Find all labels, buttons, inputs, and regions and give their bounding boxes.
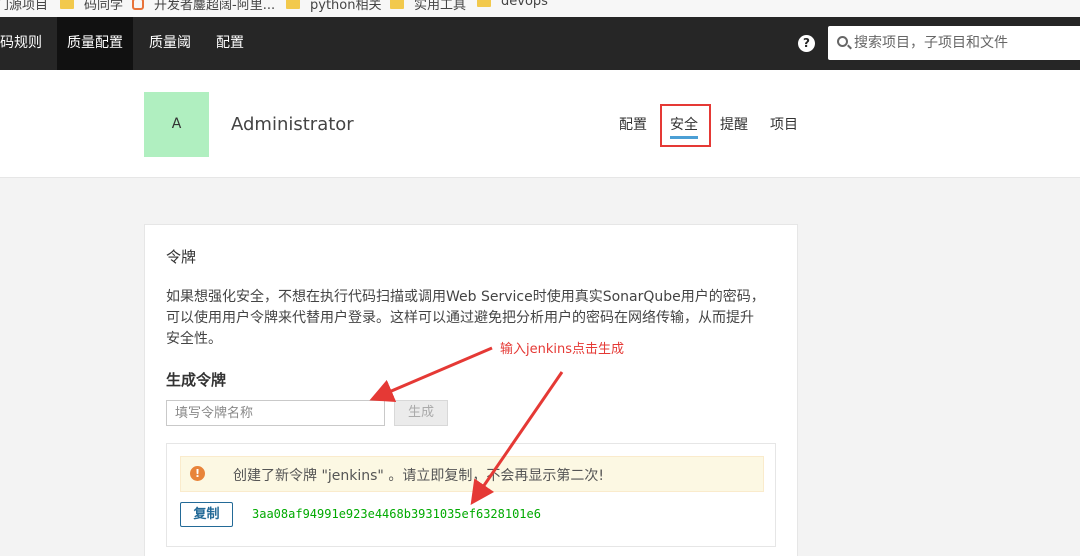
generate-button[interactable]: 生成 [394,400,448,426]
bookmark-label: devops [501,0,548,9]
bookmark-label: python相关 [310,0,382,13]
bookmark-item[interactable]: python相关 [286,0,381,13]
nav-item-administration[interactable]: 配置 [206,17,254,70]
search-box[interactable] [828,26,1080,60]
annotation-text: 输入jenkins点击生成 [500,342,625,357]
generate-token-title: 生成令牌 [166,371,227,389]
token-value: 3aa08af94991e923e4468b3931035ef6328101e6 [252,507,541,521]
nav-item-quality-gates[interactable]: 质量阈 [139,17,201,70]
bookmark-item[interactable]: devops [477,0,548,9]
bookmark-label: 开发者鏖超阔-阿里... [154,0,276,13]
bookmarks-bar: 门源项目 码同学 开发者鏖超阔-阿里... python相关 实用工具 devo… [0,0,1080,17]
nav-item-quality-profiles[interactable]: 质量配置 [57,17,133,70]
bookmark-label: 码同学 [84,0,124,13]
warning-text: 创建了新令牌 "jenkins" 。请立即复制，不会再显示第二次! [233,468,604,484]
warning-icon: ! [190,466,205,481]
copy-button[interactable]: 复制 [180,502,233,527]
bookmark-label: 实用工具 [414,0,467,13]
tokens-description: 如果想强化安全，不想在执行代码扫描或调用Web Service时使用真实Sona… [166,289,765,347]
help-icon[interactable]: ? [798,35,815,52]
annotation-highlight-box [660,104,711,147]
folder-icon [60,0,74,9]
bookmark-label: 门源项目 [0,0,49,13]
tokens-title: 令牌 [166,248,197,266]
tab-settings[interactable]: 配置 [619,114,647,134]
nav-item-rules[interactable]: 码规则 [0,17,52,70]
search-icon [837,36,848,47]
top-nav: 码规则 质量配置 质量阈 配置 ? [0,17,1080,70]
folder-icon [477,0,491,7]
user-name: Administrator [231,114,354,135]
folder-icon [390,0,404,9]
folder-icon [286,0,300,9]
tab-projects[interactable]: 项目 [770,114,798,134]
profile-header: A Administrator 配置 安全 提醒 项目 [0,70,1080,178]
bookmark-item[interactable]: 门源项目 [0,0,48,13]
search-input[interactable] [854,26,1080,60]
avatar: A [144,92,209,157]
bookmark-item[interactable]: 码同学 [60,0,123,13]
tab-notifications[interactable]: 提醒 [720,114,748,134]
token-name-input[interactable] [166,400,385,426]
site-icon [132,0,144,10]
bookmark-item[interactable]: 开发者鏖超阔-阿里... [132,0,275,13]
bookmark-item[interactable]: 实用工具 [390,0,466,13]
